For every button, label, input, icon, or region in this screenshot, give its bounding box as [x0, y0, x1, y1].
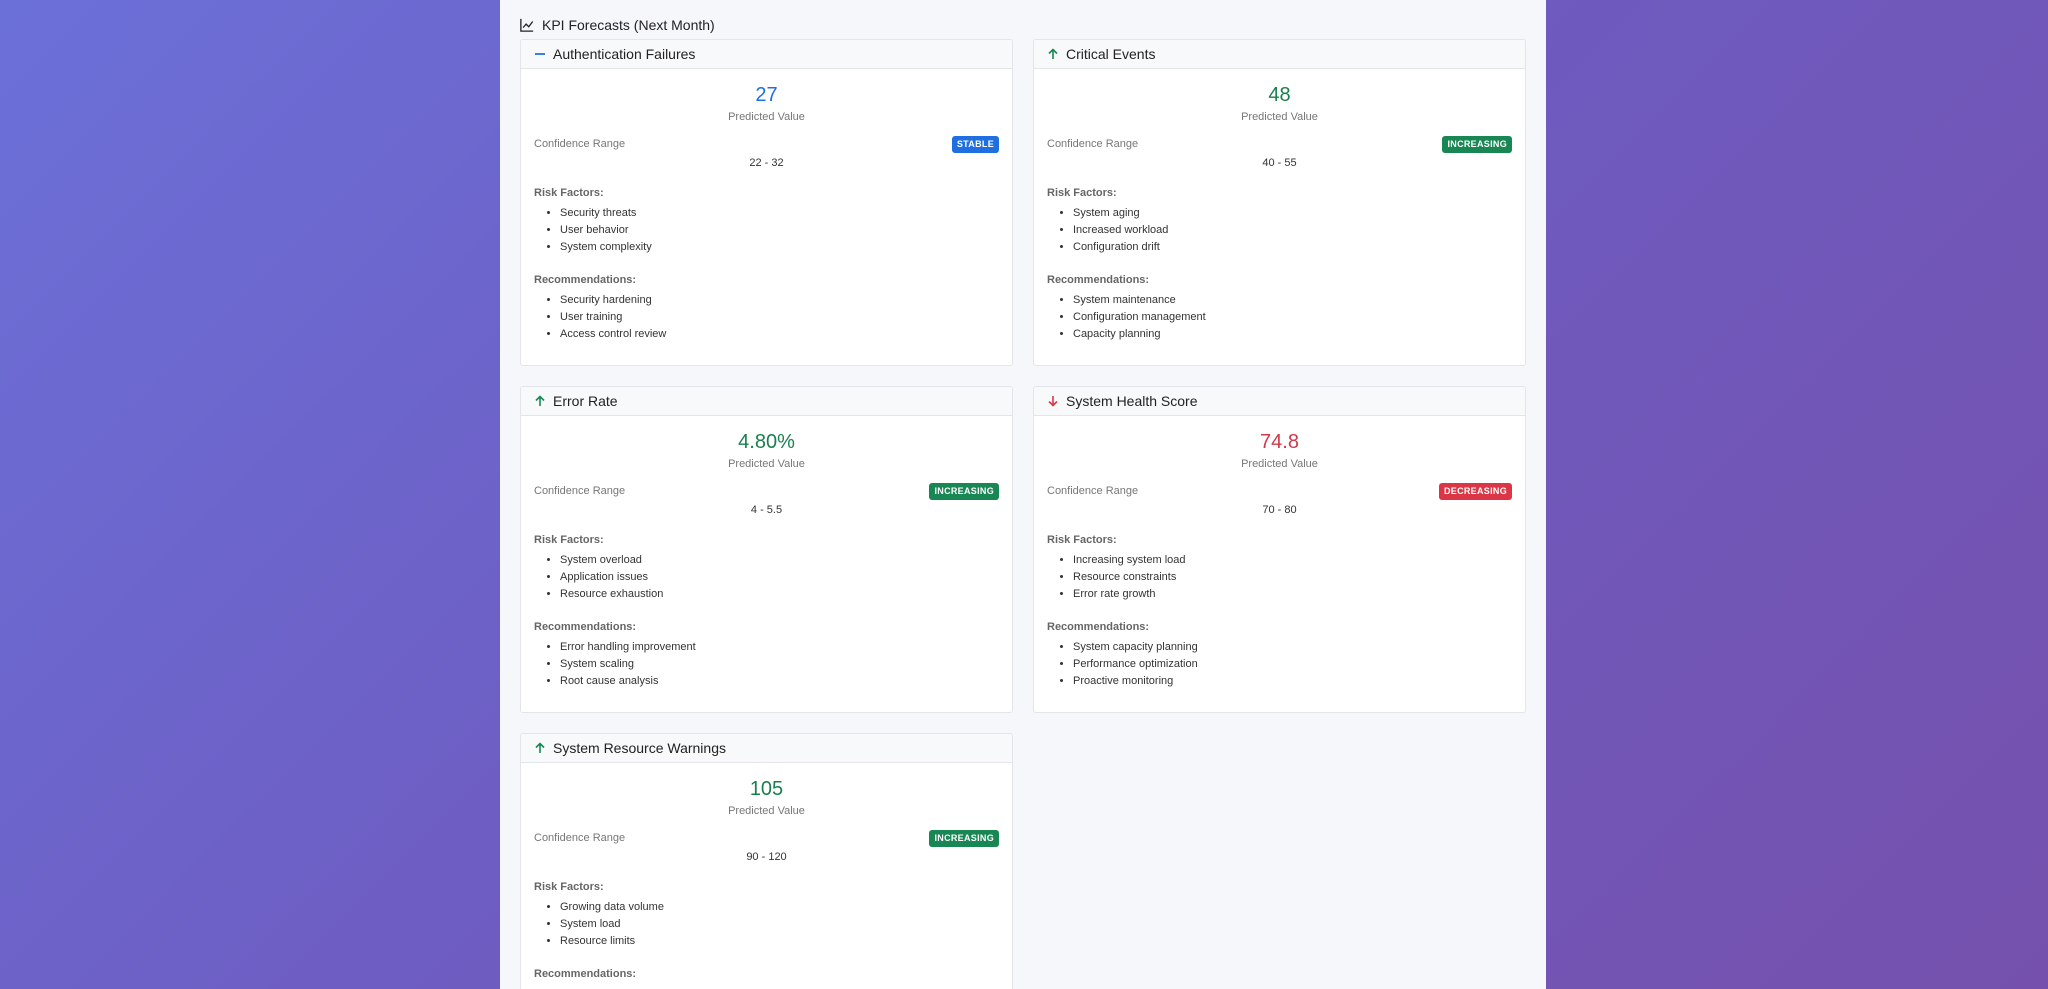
- confidence-range-label: Confidence Range: [1047, 138, 1139, 150]
- list-item: Configuration drift: [1073, 239, 1512, 256]
- confidence-range-value: 70 - 80: [1262, 504, 1297, 516]
- recommendations-list: Error handling improvement System scalin…: [534, 639, 999, 690]
- recommendations-list: Security hardening User training Access …: [534, 292, 999, 343]
- arrow-down-icon: [1047, 395, 1059, 407]
- card-title: Error Rate: [553, 393, 618, 409]
- predicted-value-label: Predicted Value: [728, 458, 805, 470]
- risk-factors-list: Increasing system load Resource constrai…: [1047, 552, 1512, 603]
- confidence-range-label: Confidence Range: [534, 485, 626, 497]
- list-item: Application issues: [560, 569, 999, 586]
- section-title-text: KPI Forecasts (Next Month): [542, 17, 715, 33]
- list-item: Resource exhaustion: [560, 586, 999, 603]
- predicted-value-label: Predicted Value: [1241, 458, 1318, 470]
- card-title: System Health Score: [1066, 393, 1198, 409]
- predicted-value-label: Predicted Value: [728, 111, 805, 123]
- recommendations-heading: Recommendations:: [1047, 274, 1150, 286]
- list-item: Proactive monitoring: [1073, 673, 1512, 690]
- card-header: Error Rate: [521, 387, 1012, 416]
- recommendations-heading: Recommendations:: [534, 968, 637, 980]
- predicted-value-label: Predicted Value: [1241, 111, 1318, 123]
- risk-factors-heading: Risk Factors:: [1047, 187, 1117, 199]
- trend-badge: DECREASING: [1438, 482, 1512, 500]
- list-item: Configuration management: [1073, 309, 1512, 326]
- confidence-range-value: 40 - 55: [1262, 157, 1297, 169]
- list-item: Capacity planning: [1073, 326, 1512, 343]
- predicted-value: 4.80%: [738, 431, 795, 453]
- predicted-value: 27: [755, 84, 778, 106]
- list-item: System overload: [560, 552, 999, 569]
- card-header: Critical Events: [1034, 40, 1525, 69]
- confidence-range-label: Confidence Range: [534, 832, 626, 844]
- predicted-value: 105: [749, 778, 784, 800]
- list-item: Resource limits: [560, 933, 999, 950]
- list-item: System load: [560, 916, 999, 933]
- risk-factors-heading: Risk Factors:: [534, 881, 604, 893]
- recommendations-heading: Recommendations:: [534, 621, 637, 633]
- risk-factors-heading: Risk Factors:: [534, 534, 604, 546]
- predicted-value: 48: [1268, 84, 1291, 106]
- list-item: User behavior: [560, 222, 999, 239]
- line-chart-icon: [520, 18, 534, 32]
- kpi-card-authentication-failures: Authentication Failures 27 Predicted Val…: [520, 39, 1013, 366]
- kpi-card-system-health-score: System Health Score 74.8 Predicted Value…: [1033, 386, 1526, 713]
- list-item: Error rate growth: [1073, 586, 1512, 603]
- risk-factors-heading: Risk Factors:: [534, 187, 604, 199]
- list-item: Access control review: [560, 326, 999, 343]
- trend-badge: INCREASING: [1442, 135, 1512, 153]
- kpi-card-critical-events: Critical Events 48 Predicted Value Confi…: [1033, 39, 1526, 366]
- card-title: Authentication Failures: [553, 46, 696, 62]
- confidence-range-value: 90 - 120: [746, 851, 787, 863]
- confidence-range-label: Confidence Range: [534, 138, 626, 150]
- recommendations-heading: Recommendations:: [534, 274, 637, 286]
- recommendations-list: System maintenance Configuration managem…: [1047, 292, 1512, 343]
- recommendations-list: System capacity planning Performance opt…: [1047, 639, 1512, 690]
- recommendations-heading: Recommendations:: [1047, 621, 1150, 633]
- list-item: System maintenance: [1073, 292, 1512, 309]
- list-item: Root cause analysis: [560, 673, 999, 690]
- risk-factors-list: Security threats User behavior System co…: [534, 205, 999, 256]
- forecast-panel: KPI Forecasts (Next Month) Authenticatio…: [500, 0, 1546, 989]
- card-header: System Resource Warnings: [521, 734, 1012, 763]
- card-header: System Health Score: [1034, 387, 1525, 416]
- dash-icon: [534, 48, 546, 60]
- arrow-up-icon: [534, 395, 546, 407]
- card-title: Critical Events: [1066, 46, 1156, 62]
- list-item: Increasing system load: [1073, 552, 1512, 569]
- section-title: KPI Forecasts (Next Month): [520, 17, 715, 33]
- kpi-card-system-resource-warnings: System Resource Warnings 105 Predicted V…: [520, 733, 1013, 989]
- list-item: User training: [560, 309, 999, 326]
- predicted-value-label: Predicted Value: [728, 805, 805, 817]
- predicted-value: 74.8: [1260, 431, 1299, 453]
- risk-factors-list: System aging Increased workload Configur…: [1047, 205, 1512, 256]
- confidence-range-value: 22 - 32: [749, 157, 784, 169]
- list-item: Performance optimization: [1073, 656, 1512, 673]
- risk-factors-list: Growing data volume System load Resource…: [534, 899, 999, 950]
- card-header: Authentication Failures: [521, 40, 1012, 69]
- trend-badge: INCREASING: [929, 482, 999, 500]
- trend-badge: STABLE: [951, 135, 999, 153]
- list-item: System complexity: [560, 239, 999, 256]
- list-item: Error handling improvement: [560, 639, 999, 656]
- list-item: System scaling: [560, 656, 999, 673]
- list-item: Resource constraints: [1073, 569, 1512, 586]
- list-item: Security hardening: [560, 292, 999, 309]
- confidence-range-value: 4 - 5.5: [750, 504, 783, 516]
- kpi-card-error-rate: Error Rate 4.80% Predicted Value Confide…: [520, 386, 1013, 713]
- confidence-range-label: Confidence Range: [1047, 485, 1139, 497]
- list-item: Increased workload: [1073, 222, 1512, 239]
- list-item: System aging: [1073, 205, 1512, 222]
- list-item: Growing data volume: [560, 899, 999, 916]
- card-title: System Resource Warnings: [553, 740, 726, 756]
- arrow-up-icon: [534, 742, 546, 754]
- risk-factors-list: System overload Application issues Resou…: [534, 552, 999, 603]
- arrow-up-icon: [1047, 48, 1059, 60]
- list-item: Security threats: [560, 205, 999, 222]
- trend-badge: INCREASING: [929, 829, 999, 847]
- list-item: System capacity planning: [1073, 639, 1512, 656]
- risk-factors-heading: Risk Factors:: [1047, 534, 1117, 546]
